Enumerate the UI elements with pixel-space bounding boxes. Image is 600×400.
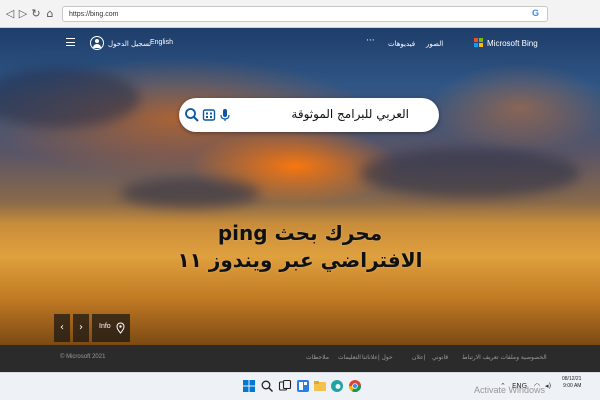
- sign-in-link[interactable]: تسجيل الدخول: [108, 40, 151, 48]
- language-link[interactable]: English: [150, 39, 173, 46]
- background-cloud: [120, 178, 260, 208]
- footer-link-advertise[interactable]: إعلان: [412, 354, 425, 361]
- windows-start-icon[interactable]: [242, 379, 256, 393]
- page-footer: © Microsoft 2021 الخصوصية وملفات تعريف ا…: [0, 345, 600, 372]
- info-label: Info: [99, 323, 111, 330]
- headline-caption: محرك بحث ping الافتراضي عبر ويندوز ١١: [0, 220, 600, 274]
- task-view-icon[interactable]: [278, 379, 292, 393]
- bing-logo[interactable]: Microsoft Bing: [474, 36, 538, 50]
- browser-toolbar: ◁ ▷ ↻ ⌂ https://bing.com G: [0, 0, 600, 28]
- hamburger-menu-icon[interactable]: [66, 38, 75, 46]
- widgets-icon[interactable]: [296, 379, 310, 393]
- speaker-icon[interactable]: ◂): [545, 382, 551, 390]
- nav-videos[interactable]: فيديوهات: [388, 40, 415, 49]
- forward-arrow-icon[interactable]: ▷: [17, 7, 29, 21]
- logo-text: Microsoft Bing: [487, 38, 538, 48]
- back-arrow-icon[interactable]: ◁: [4, 7, 16, 21]
- reload-icon[interactable]: ↻: [30, 7, 42, 21]
- background-cloud: [0, 68, 140, 128]
- headline-line-2: الافتراضي عبر ويندوز ١١: [177, 248, 423, 272]
- chrome-icon[interactable]: [348, 379, 362, 393]
- taskbar-search-icon[interactable]: [260, 379, 274, 393]
- avatar-icon[interactable]: [90, 36, 104, 50]
- taskbar-clock[interactable]: 08/12/21 9:00 AM: [562, 376, 581, 390]
- background-cloud: [360, 148, 580, 198]
- clock-date: 08/12/21: [562, 376, 582, 382]
- footer-link-about-ads[interactable]: حول إعلاناتنا: [362, 354, 393, 361]
- bing-homepage: Microsoft Bing الصور فيديوهات ··· Englis…: [0, 28, 600, 345]
- headline-line-1: محرك بحث ping: [217, 221, 383, 245]
- google-icon[interactable]: G: [532, 8, 539, 19]
- address-bar[interactable]: https://bing.com: [62, 6, 548, 22]
- next-image-button[interactable]: ›: [73, 314, 89, 342]
- visual-search-icon[interactable]: [201, 107, 217, 123]
- activate-windows-watermark: Activate Windows: [474, 385, 546, 395]
- footer-link-legal[interactable]: قانوني: [432, 354, 448, 361]
- more-icon[interactable]: ···: [366, 36, 375, 46]
- footer-link-help[interactable]: التعليمات: [338, 354, 361, 361]
- microphone-icon[interactable]: [217, 107, 233, 123]
- search-icon[interactable]: [184, 107, 200, 123]
- image-info-button[interactable]: Info: [92, 314, 130, 342]
- nav-images[interactable]: الصور: [426, 40, 443, 49]
- clock-time: 9:00 AM: [563, 383, 582, 389]
- footer-link-feedback[interactable]: ملاحظات: [306, 354, 329, 361]
- search-input[interactable]: العربي للبرامج الموثوقة: [291, 106, 409, 123]
- file-explorer-icon[interactable]: [313, 379, 327, 393]
- search-box[interactable]: العربي للبرامج الموثوقة: [179, 98, 439, 132]
- url-text: https://bing.com: [69, 11, 119, 18]
- previous-image-button[interactable]: ‹: [54, 314, 70, 342]
- footer-link-privacy[interactable]: الخصوصية وملفات تعريف الارتباط: [462, 354, 547, 361]
- location-pin-icon: [116, 322, 125, 334]
- microsoft-logo-icon: [474, 38, 484, 48]
- home-icon[interactable]: ⌂: [44, 7, 56, 21]
- copyright-text: © Microsoft 2021: [60, 354, 106, 360]
- edge-browser-icon[interactable]: [330, 379, 344, 393]
